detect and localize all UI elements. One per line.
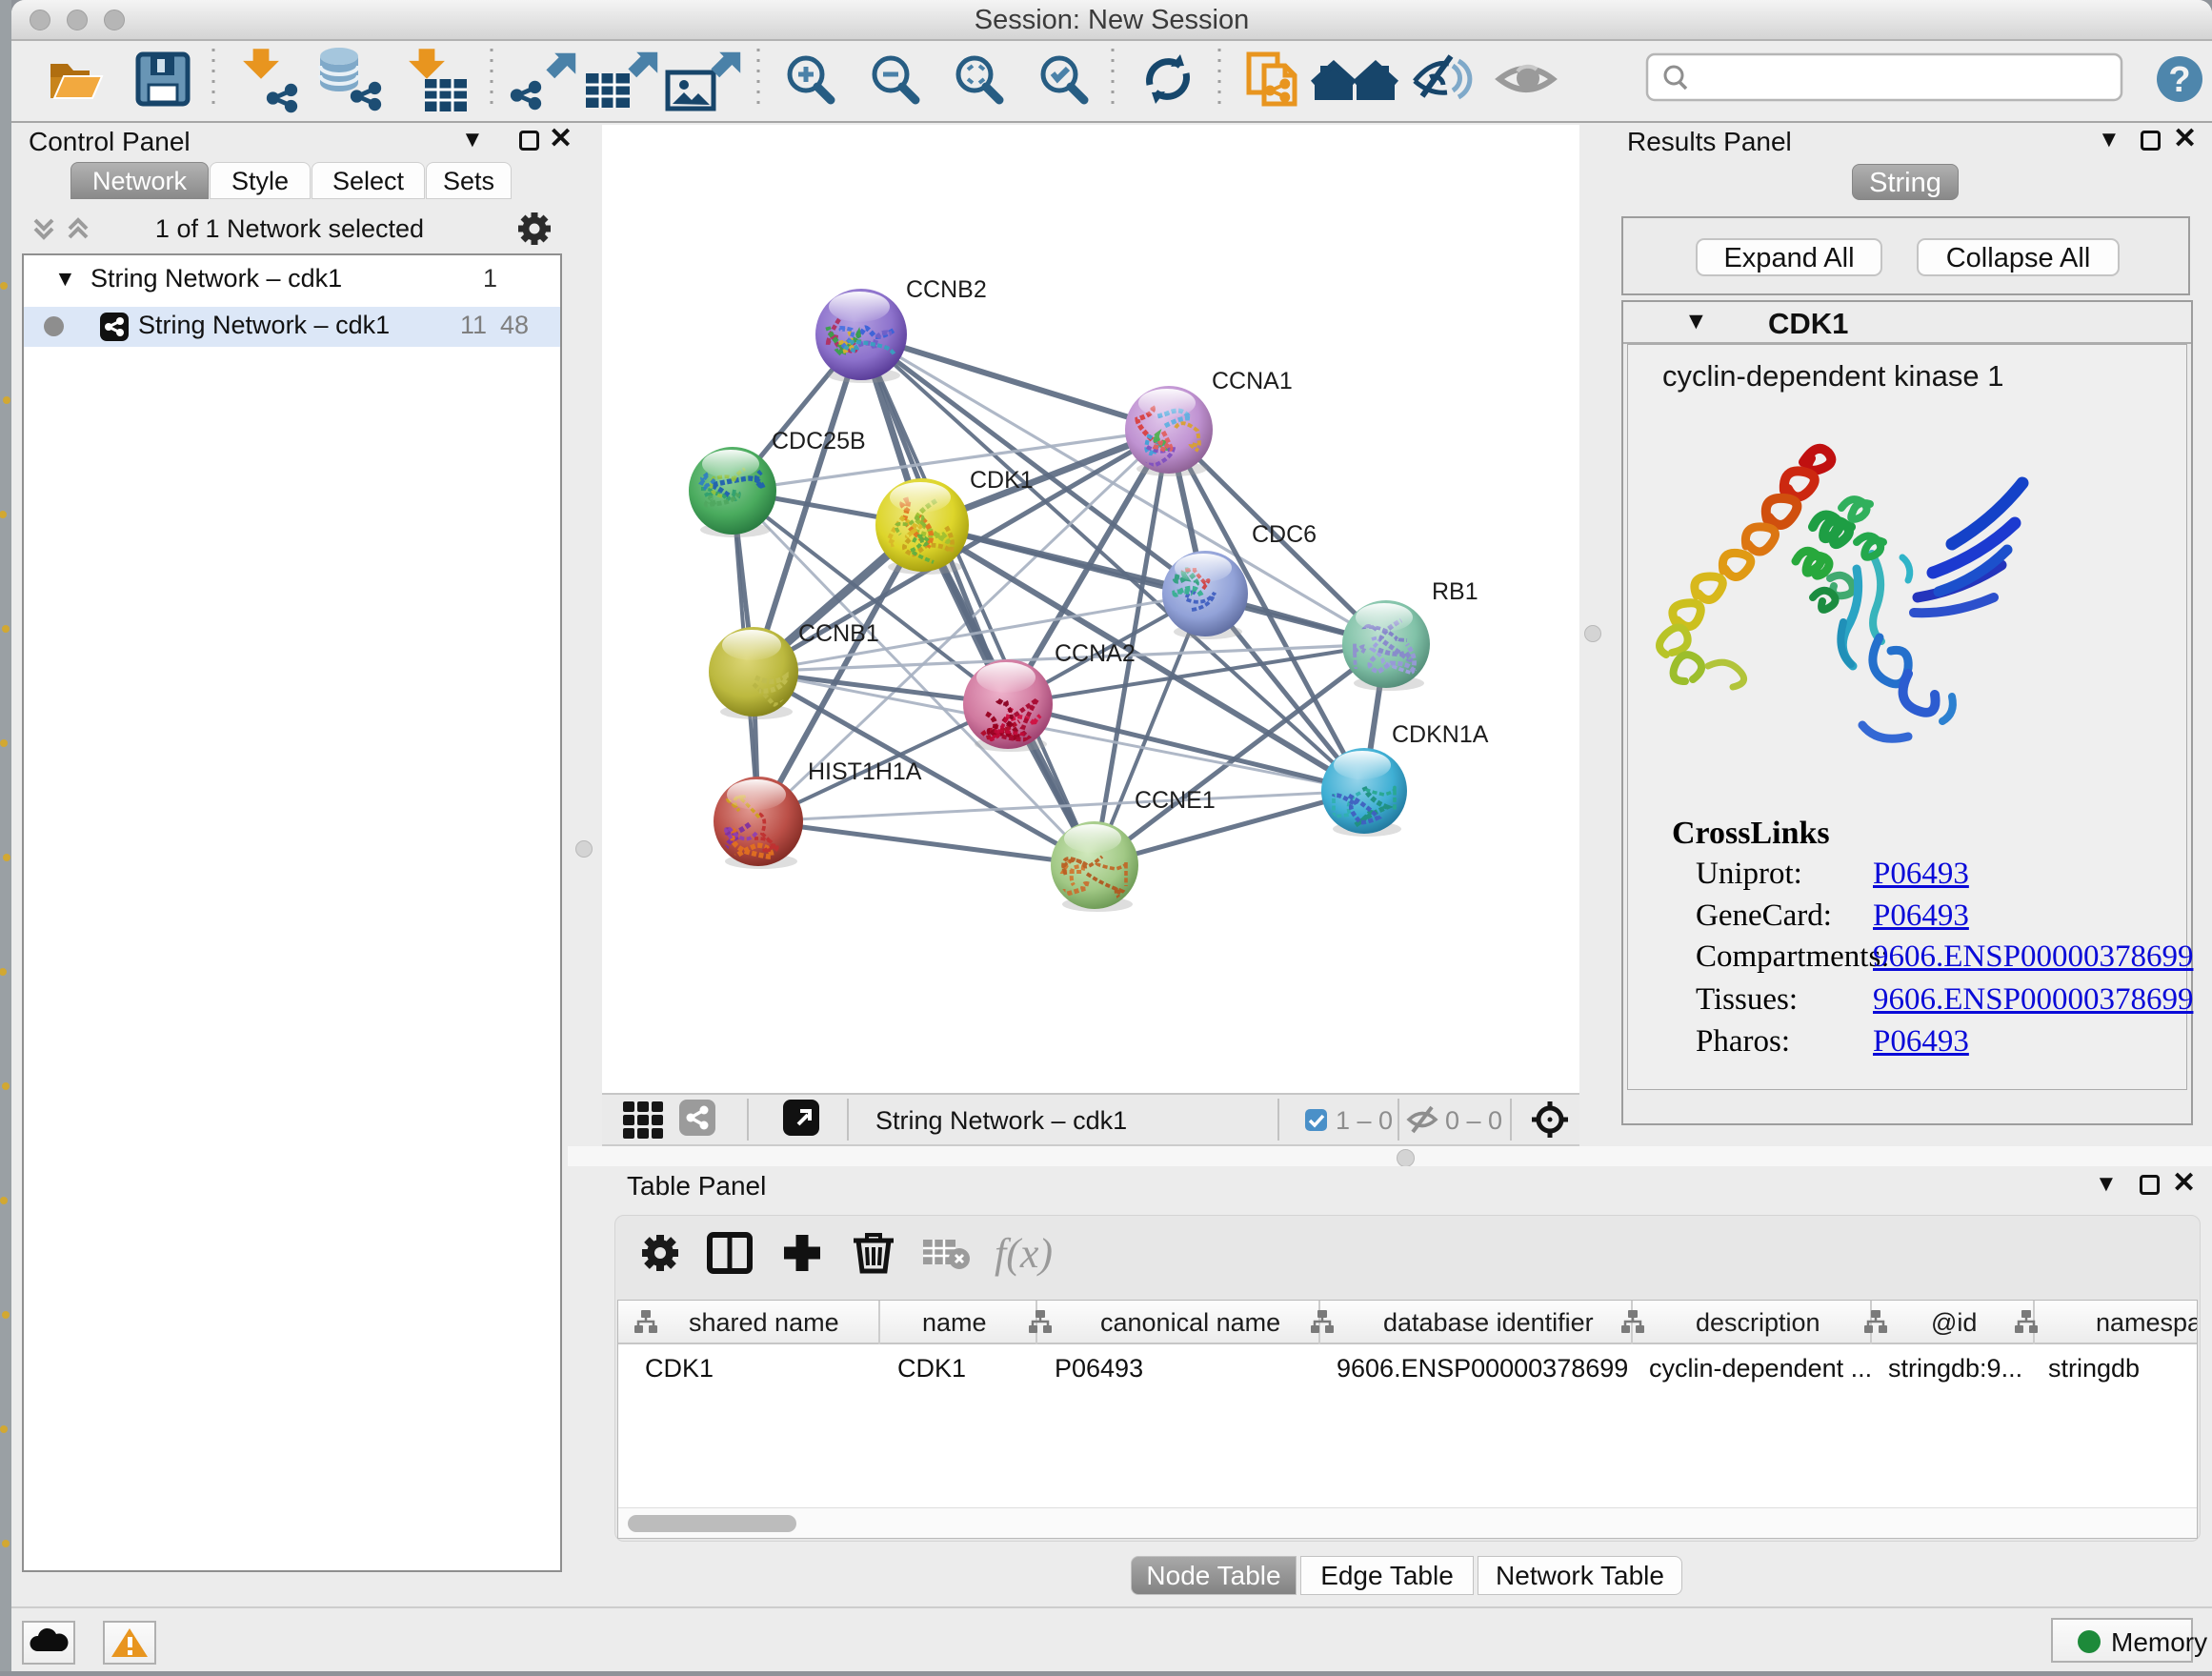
svg-text:CCNB2: CCNB2: [906, 276, 987, 303]
svg-text:0 – 0: 0 – 0: [1445, 1106, 1502, 1135]
svg-text:CCNA1: CCNA1: [1212, 368, 1293, 394]
svg-text:CCNB1: CCNB1: [798, 620, 879, 647]
svg-text:CDKN1A: CDKN1A: [1392, 721, 1489, 748]
svg-text:CDK1: CDK1: [970, 467, 1034, 494]
svg-text:f(x): f(x): [995, 1230, 1053, 1277]
svg-text:CDC6: CDC6: [1252, 521, 1317, 548]
svg-text:CDC25B: CDC25B: [772, 428, 866, 454]
svg-text:HIST1H1A: HIST1H1A: [808, 758, 922, 785]
svg-text:?: ?: [2168, 60, 2190, 100]
svg-text:CCNA2: CCNA2: [1055, 640, 1136, 667]
svg-text:CCNE1: CCNE1: [1135, 787, 1216, 814]
svg-text:RB1: RB1: [1432, 578, 1478, 605]
svg-text:String Network – cdk1: String Network – cdk1: [875, 1106, 1127, 1135]
svg-text:1 – 0: 1 – 0: [1336, 1106, 1393, 1135]
